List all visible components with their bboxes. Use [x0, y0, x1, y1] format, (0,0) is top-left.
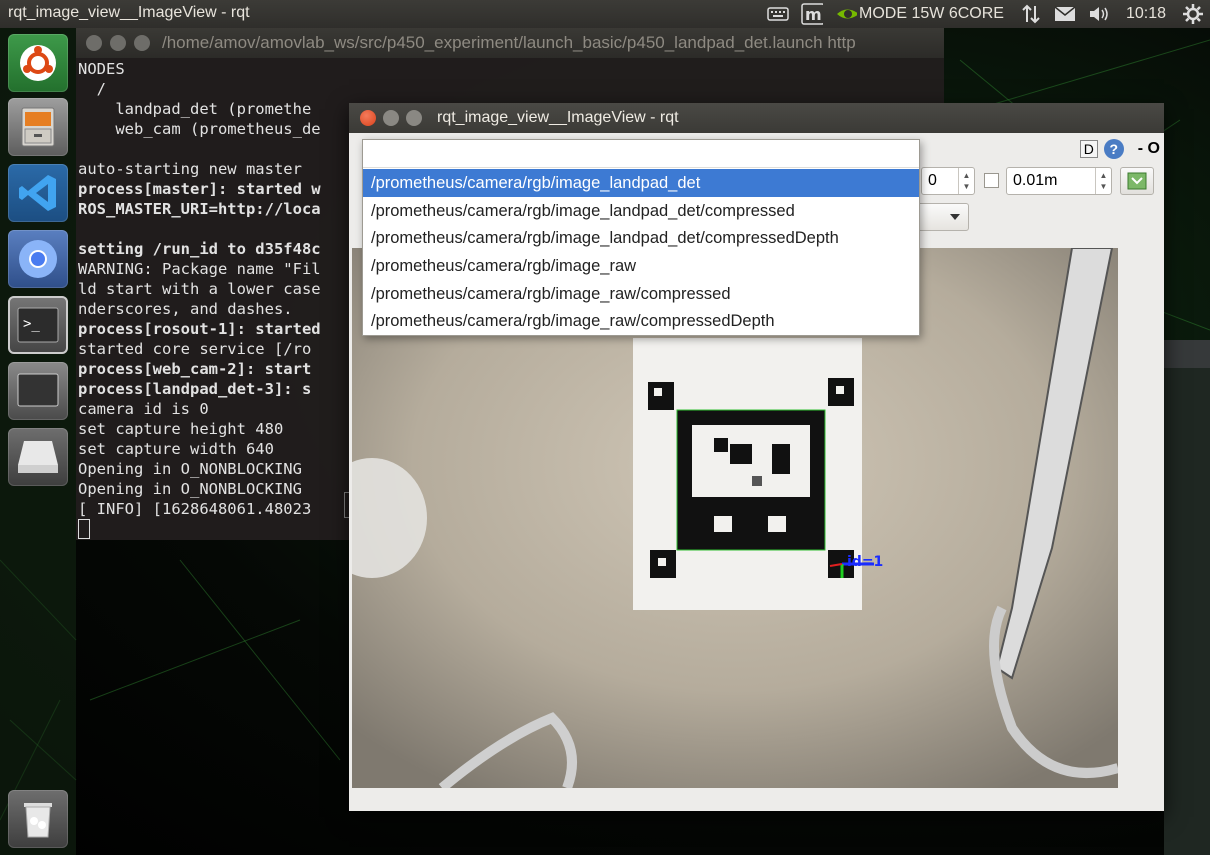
dock-button[interactable]: D	[1079, 140, 1098, 158]
terminal-line: process[rosout-1]: started	[78, 320, 321, 338]
terminal-line: set capture width 640	[78, 440, 274, 458]
terminal-line: nderscores, and dashes.	[78, 300, 293, 318]
rqt-plugin-controls: D ? - O	[1079, 139, 1160, 159]
screen-launcher-button[interactable]	[8, 362, 68, 420]
active-app-title: rqt_image_view__ImageView - rqt	[8, 4, 250, 21]
trash-icon	[24, 803, 52, 838]
smooth-checkbox[interactable]	[984, 173, 999, 188]
terminal-line: set capture height 480	[78, 420, 284, 438]
minimize-icon[interactable]	[110, 35, 126, 51]
terminal-line: Opening in O_NONBLOCKING	[78, 460, 302, 478]
terminal-line: web_cam (prometheus_de	[78, 120, 321, 138]
terminal-line: process[master]: started w	[78, 180, 321, 198]
rotation-value: 0	[928, 172, 937, 189]
mail-icon[interactable]	[1054, 3, 1076, 25]
save-image-icon	[1127, 172, 1147, 190]
volume-icon[interactable]	[1088, 3, 1110, 25]
topic-option[interactable]: /prometheus/camera/rgb/image_landpad_det…	[363, 224, 919, 252]
chromium-launcher-button[interactable]	[8, 230, 68, 288]
save-image-button[interactable]	[1120, 167, 1154, 195]
distance-spinbox[interactable]: 0.01m ▲ ▼	[1006, 167, 1112, 195]
drive-icon	[18, 441, 58, 473]
secondary-combobox[interactable]	[917, 203, 969, 231]
power-mode-label[interactable]: MODE 15W 6CORE	[859, 0, 1004, 28]
terminal-line: WARNING: Package name "Fil	[78, 260, 321, 278]
topic-list: /prometheus/camera/rgb/image_landpad_det…	[363, 169, 919, 335]
status-bar	[352, 791, 1161, 807]
distance-value: 0.01m	[1013, 172, 1058, 189]
terminal-cursor	[78, 519, 90, 539]
vscode-launcher-button[interactable]	[8, 164, 68, 222]
terminal-launcher-button[interactable]: >_	[8, 296, 68, 354]
terminal-output: NODES / landpad_det (promethe web_cam (p…	[78, 59, 321, 519]
terminal-line: landpad_det (promethe	[78, 100, 312, 118]
clock[interactable]: 10:18	[1126, 0, 1166, 28]
terminal-line: ROS_MASTER_URI=http://loca	[78, 200, 321, 218]
topic-option[interactable]: /prometheus/camera/rgb/image_landpad_det	[363, 169, 919, 197]
topic-option[interactable]: /prometheus/camera/rgb/image_raw/compres…	[363, 280, 919, 308]
terminal-line: /	[78, 80, 106, 98]
terminal-line: process[web_cam-2]: start	[78, 360, 312, 378]
nvidia-icon[interactable]	[835, 3, 858, 25]
m-indicator-icon[interactable]: m	[801, 3, 824, 25]
spin-arrows-icon[interactable]: ▲ ▼	[1095, 168, 1111, 194]
svg-text:m: m	[805, 5, 822, 24]
terminal-line: ld start with a lower case	[78, 280, 321, 298]
top-panel: rqt_image_view__ImageView - rqt m MODE 1…	[0, 0, 1210, 28]
drive-launcher-button[interactable]	[8, 428, 68, 486]
maximize-icon[interactable]	[406, 110, 422, 126]
terminal-line: Opening in O_NONBLOCKING	[78, 480, 302, 498]
terminal-line: camera id is 0	[78, 400, 209, 418]
terminal-line: [ INFO] [1628648061.48023	[78, 500, 312, 518]
terminal-title: /home/amov/amovlab_ws/src/p450_experimen…	[162, 33, 856, 52]
close-icon[interactable]	[86, 35, 102, 51]
terminal-line: auto-starting new master	[78, 160, 302, 178]
trash-launcher-button[interactable]	[8, 790, 68, 848]
terminal-icon: >_	[17, 307, 59, 343]
topic-dropdown-popup[interactable]: /prometheus/camera/rgb/image_landpad_det…	[362, 139, 920, 336]
maximize-icon[interactable]	[134, 35, 150, 51]
vscode-icon	[19, 175, 56, 211]
monitor-icon	[17, 373, 59, 407]
terminal-titlebar[interactable]: /home/amov/amovlab_ws/src/p450_experimen…	[76, 28, 944, 58]
rqt-titlebar[interactable]: rqt_image_view__ImageView - rqt	[349, 103, 1164, 133]
ubuntu-dash-button[interactable]	[8, 34, 68, 92]
chevron-down-icon	[950, 214, 960, 220]
files-launcher-button[interactable]	[8, 98, 68, 156]
topic-option[interactable]: /prometheus/camera/rgb/image_landpad_det…	[363, 197, 919, 225]
terminal-line: started core service [/ro	[78, 340, 312, 358]
network-updown-icon[interactable]	[1020, 3, 1042, 25]
background-terminal[interactable]	[1164, 340, 1210, 855]
ubuntu-logo-icon	[20, 45, 56, 81]
terminal-line: process[landpad_det-3]: s	[78, 380, 312, 398]
rotation-spinbox[interactable]: 0 ▲ ▼	[921, 167, 975, 195]
topic-option[interactable]: /prometheus/camera/rgb/image_raw/compres…	[363, 307, 919, 335]
spin-arrows-icon[interactable]: ▲ ▼	[958, 168, 974, 194]
rqt-window-title: rqt_image_view__ImageView - rqt	[437, 109, 679, 126]
file-cabinet-icon	[21, 107, 55, 147]
close-icon[interactable]	[360, 110, 376, 126]
terminal-line: NODES	[78, 60, 125, 78]
chromium-icon	[19, 240, 57, 278]
keyboard-icon[interactable]	[767, 3, 789, 25]
background-terminal-titlebar[interactable]	[1164, 340, 1210, 368]
svg-text:>_: >_	[23, 316, 40, 332]
minimize-icon[interactable]	[383, 110, 399, 126]
detection-id-label: id=1	[847, 554, 883, 570]
topic-option[interactable]: /prometheus/camera/rgb/image_raw	[363, 252, 919, 280]
help-button[interactable]: ?	[1103, 139, 1124, 159]
system-tray: m MODE 15W 6CORE 10:18	[761, 0, 1210, 28]
terminal-line: setting /run_id to d35f48c	[78, 240, 321, 258]
launcher: >_	[0, 28, 76, 855]
close-minimize-controls[interactable]: - O	[1138, 140, 1160, 158]
topic-combobox-field[interactable]	[363, 140, 919, 168]
settings-gear-icon[interactable]	[1182, 3, 1204, 25]
